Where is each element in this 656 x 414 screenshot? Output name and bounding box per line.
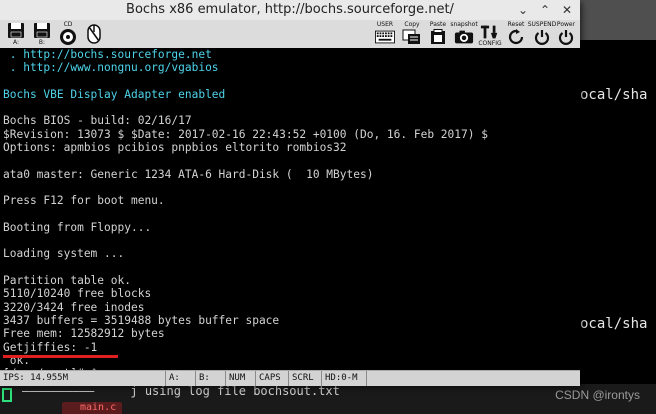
screen-line: [3, 261, 488, 274]
copy-label: Copy: [404, 21, 420, 28]
scroll-lock-indicator: SCRL: [288, 371, 321, 386]
background-log-text: —————————— j using log file bochsout.txt: [22, 384, 340, 398]
screen-line: [3, 181, 488, 194]
screen-line: 3437 buffers = 3519488 bytes buffer spac…: [3, 313, 280, 327]
paste-label: Paste: [429, 21, 447, 28]
screen-line: Getjiffies: -1: [3, 340, 98, 354]
hd-indicator: HD:0-M: [321, 371, 366, 386]
paste-icon: [428, 28, 448, 46]
floppy-b-indicator: B:: [195, 371, 225, 386]
watermark: CSDN @irontys: [555, 388, 640, 402]
screen-line: Free mem: 12582912 bytes: [3, 327, 165, 341]
status-spare: [366, 371, 580, 386]
config-label: CONFIG: [478, 40, 502, 47]
screen-line: 5110/10240 free blocks: [3, 287, 152, 301]
background-terminal-text: ocal/sha: [580, 316, 648, 332]
close-button[interactable]: ✕: [560, 3, 574, 17]
floppy-a-indicator: A:: [165, 371, 195, 386]
desktop: ocal/sha ocal/sha —————————— j using log…: [0, 0, 656, 414]
power-icon: [556, 28, 576, 46]
screen-line: Bochs VBE Display Adapter enabled: [3, 87, 226, 101]
cdrom-icon: [58, 28, 78, 46]
user-label: USER: [376, 21, 394, 28]
cdrom-label: CD: [63, 21, 73, 28]
screen-line: [3, 75, 488, 88]
copy-button[interactable]: Copy: [399, 21, 425, 47]
toolbar: A: B: CD USER Copy Paste snapshot CONFIG…: [0, 20, 580, 49]
floppy-a-label: A:: [12, 39, 20, 46]
mouse-capture-button[interactable]: [81, 21, 107, 47]
suspend-button[interactable]: SUSPEND: [527, 21, 557, 47]
config-icon: [480, 23, 500, 40]
power-button[interactable]: Power: [553, 21, 579, 47]
bochs-window: Bochs x86 emulator, http://bochs.sourcef…: [0, 0, 580, 386]
title-bar[interactable]: Bochs x86 emulator, http://bochs.sourcef…: [0, 0, 580, 21]
screen-line: [3, 208, 488, 221]
mouse-icon: [84, 24, 104, 44]
screen-line: Options: apmbios pcibios pnpbios eltorit…: [3, 141, 347, 155]
floppy-icon: [6, 21, 26, 39]
screen-line: Loading system ...: [3, 247, 125, 261]
screen-line: Partition table ok.: [3, 274, 131, 288]
window-title: Bochs x86 emulator, http://bochs.sourcef…: [126, 2, 454, 17]
screen-line: Press F12 for boot menu.: [3, 194, 165, 208]
highlight-underline: [3, 354, 118, 358]
screen-line: Booting from Floppy...: [3, 220, 152, 234]
screen-line: . http://www.nongnu.org/vgabios: [3, 61, 219, 75]
snapshot-label: snapshot: [450, 21, 478, 28]
screen-line: $Revision: 13073 $ $Date: 2017-02-16 22:…: [3, 127, 488, 141]
floppy-icon: [32, 21, 52, 39]
screen-line: ata0 master: Generic 1234 ATA-6 Hard-Dis…: [3, 167, 374, 181]
screen-line: 3220/3424 free inodes: [3, 300, 145, 314]
power-label: Power: [556, 21, 576, 28]
window-controls: ⌄ ⌃ ✕: [516, 3, 574, 17]
snapshot-button[interactable]: snapshot: [450, 21, 478, 47]
screen-text: . http://bochs.sourceforge.net . http://…: [3, 48, 488, 370]
status-bar: IPS: 14.955M A: B: NUM CAPS SCRL HD:0-M: [0, 370, 580, 386]
floppy-b-label: B:: [38, 39, 46, 46]
reset-button[interactable]: Reset: [503, 21, 529, 47]
screen-line: [3, 234, 488, 247]
config-button[interactable]: CONFIG: [477, 21, 503, 47]
terminal-cursor-marker: [2, 388, 12, 402]
cdrom-button[interactable]: CD: [55, 21, 81, 47]
reset-label: Reset: [507, 21, 525, 28]
user-button[interactable]: USER: [372, 21, 398, 47]
screen-line: Bochs BIOS - build: 02/16/17: [3, 114, 192, 128]
screen-line: [3, 101, 488, 114]
keyboard-icon: [375, 28, 395, 46]
floppy-a-button[interactable]: A:: [3, 21, 29, 47]
num-lock-indicator: NUM: [225, 371, 255, 386]
copy-icon: [402, 28, 422, 46]
reset-icon: [506, 28, 526, 46]
minimize-button[interactable]: ⌄: [516, 3, 530, 17]
emulator-screen[interactable]: . http://bochs.sourceforge.net . http://…: [0, 48, 580, 370]
suspend-icon: [532, 28, 552, 46]
screen-line: . http://bochs.sourceforge.net: [3, 48, 212, 61]
background-terminal-text: ocal/sha: [580, 87, 648, 103]
camera-icon: [454, 28, 474, 46]
maximize-button[interactable]: ⌃: [538, 3, 552, 17]
floppy-b-button[interactable]: B:: [29, 21, 55, 47]
suspend-label: SUSPEND: [527, 21, 557, 28]
screen-line: [3, 154, 488, 167]
ips-indicator: IPS: 14.955M: [3, 373, 69, 383]
background-editor-tab[interactable]: main.c: [62, 402, 122, 414]
caps-lock-indicator: CAPS: [255, 371, 288, 386]
paste-button[interactable]: Paste: [425, 21, 451, 47]
